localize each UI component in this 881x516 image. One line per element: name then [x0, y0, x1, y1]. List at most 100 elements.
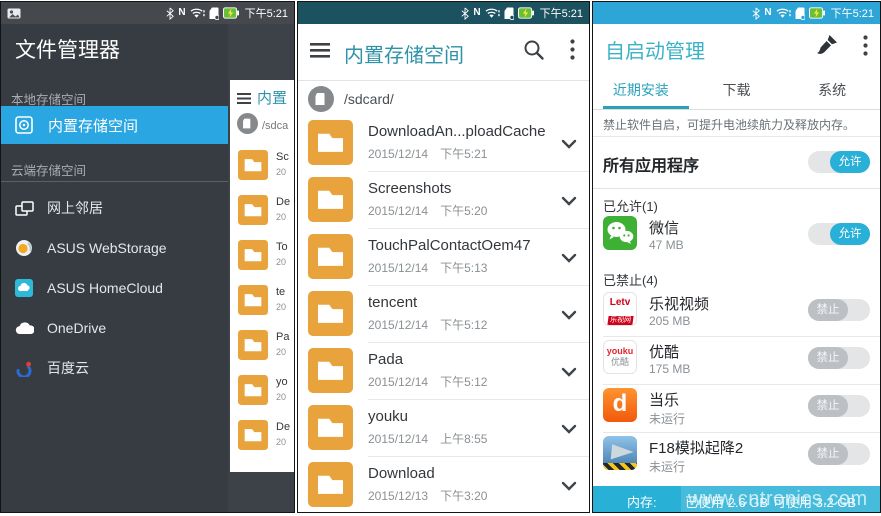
divider	[603, 384, 880, 385]
peek-file-row[interactable]: yo 20	[230, 369, 295, 414]
file-row[interactable]: DownloadAn...ploadCache 2015/12/14下午5:21	[298, 114, 589, 171]
allowed-section-header: 已允许(1)	[603, 196, 658, 215]
sidebar-item-internal-storage[interactable]: 内置存储空间	[1, 106, 228, 144]
search-icon[interactable]	[523, 39, 545, 66]
nfc-icon: N	[473, 6, 480, 20]
hint-text: 禁止软件自启，可提升电池续航力及释放内存。	[603, 116, 855, 133]
tab-system[interactable]: 系统	[784, 74, 880, 109]
peek-file-row[interactable]: te 20	[230, 279, 295, 324]
bluetooth-icon	[752, 6, 760, 20]
chevron-down-icon[interactable]	[561, 478, 577, 496]
chevron-down-icon[interactable]	[561, 364, 577, 382]
sidebar-item-label: OneDrive	[47, 320, 106, 336]
app-toggle[interactable]: 禁止	[808, 395, 870, 417]
wifi-icon	[485, 6, 500, 20]
peek-file-row[interactable]: To 20	[230, 234, 295, 279]
folder-icon	[238, 240, 268, 275]
wifi-icon	[776, 6, 791, 20]
app-toggle[interactable]: 允许	[808, 223, 870, 245]
folder-icon	[308, 405, 353, 455]
folder-icon	[308, 462, 353, 512]
sidebar-item-network-place[interactable]: 网上邻居	[1, 190, 228, 226]
app-row-youku[interactable]: youku 优酷 优酷 175 MB 禁止	[593, 338, 880, 386]
app-row-letv[interactable]: Letv 乐视网 乐视视频 205 MB 禁止	[593, 290, 880, 338]
cloud-storage-section-label: 云端存储空间	[11, 160, 86, 179]
screenshot-notification-icon	[7, 6, 21, 20]
screenshot-autostart-manager: N 下午5:21 自启动管理 近期安装 下载 系统 禁止软件自启，可提升电池续航…	[592, 1, 881, 513]
chevron-down-icon[interactable]	[561, 193, 577, 211]
folder-icon	[238, 330, 268, 365]
peek-file-row[interactable]: Pa 20	[230, 324, 295, 369]
file-row[interactable]: tencent 2015/12/14下午5:12	[298, 285, 589, 342]
divider	[1, 181, 228, 182]
folder-icon	[308, 348, 353, 398]
peek-file-row[interactable]: Sc 20	[230, 144, 295, 189]
letv-icon: Letv 乐视网	[603, 292, 637, 326]
denied-section-header: 已禁止(4)	[603, 270, 658, 289]
app-toggle[interactable]: 禁止	[808, 443, 870, 465]
breadcrumb[interactable]: /sdcard/	[344, 91, 394, 107]
menu-icon[interactable]	[310, 43, 330, 63]
tab-recent-install[interactable]: 近期安装	[593, 74, 689, 109]
all-apps-label: 所有应用程序	[603, 152, 699, 176]
overflow-menu-icon[interactable]	[570, 39, 575, 65]
sidebar-item-baidu-cloud[interactable]: 百度云	[1, 350, 228, 386]
asus-homecloud-icon	[14, 279, 34, 297]
tab-download[interactable]: 下载	[689, 74, 785, 109]
battery-icon	[809, 6, 825, 20]
peek-path: /sdca	[262, 120, 288, 132]
file-row[interactable]: TouchPalContactOem47 2015/12/14下午5:13	[298, 228, 589, 285]
file-row[interactable]: youku 2015/12/14上午8:55	[298, 399, 589, 456]
active-tab-indicator	[603, 106, 689, 109]
all-apps-toggle[interactable]: 允许	[808, 151, 870, 173]
status-bar: N 下午5:21	[1, 2, 294, 24]
peek-file-row[interactable]: De 20	[230, 189, 295, 234]
toggle-state-label: 允许	[830, 223, 870, 245]
app-toggle[interactable]: 禁止	[808, 299, 870, 321]
divider	[593, 136, 880, 137]
sidebar-item-label: 网上邻居	[47, 198, 103, 218]
sidebar-item-label: 内置存储空间	[48, 115, 138, 136]
clean-brush-icon[interactable]	[814, 34, 838, 63]
screenshot-file-manager-drawer: N 下午5:21 内置 /sdca Sc 20 De 20 To 20	[0, 1, 295, 513]
wechat-icon	[603, 216, 637, 250]
chevron-down-icon[interactable]	[561, 250, 577, 268]
bluetooth-icon	[166, 6, 174, 20]
status-bar: N 下午5:21	[593, 2, 880, 24]
peek-file-row[interactable]: De 20	[230, 414, 295, 459]
sidebar-item-asus-homecloud[interactable]: ASUS HomeCloud	[1, 270, 228, 306]
file-row[interactable]: Screenshots 2015/12/14下午5:20	[298, 171, 589, 228]
overflow-menu-icon[interactable]	[863, 35, 868, 61]
chevron-down-icon[interactable]	[561, 421, 577, 439]
file-row[interactable]: Download 2015/12/13下午3:20	[298, 456, 589, 513]
app-row-wechat[interactable]: 微信 47 MB 允许	[593, 214, 880, 262]
sidebar-item-onedrive[interactable]: OneDrive	[1, 310, 228, 346]
toggle-state-label: 禁止	[808, 443, 848, 465]
toggle-state-label: 禁止	[808, 299, 848, 321]
sidebar-item-label: 百度云	[47, 358, 89, 378]
baidu-cloud-icon	[14, 360, 34, 377]
sdcard-breadcrumb-icon	[237, 113, 258, 139]
status-bar: N 下午5:21	[298, 2, 589, 24]
app-bar: 内置存储空间	[298, 24, 589, 81]
app-row-dangle[interactable]: d 当乐 未运行 禁止	[593, 386, 880, 434]
divider	[593, 188, 880, 189]
folder-icon	[238, 420, 268, 455]
status-time: 下午5:21	[540, 5, 583, 21]
divider	[603, 432, 880, 433]
battery-icon	[223, 6, 239, 20]
page-title: 内置存储空间	[344, 39, 464, 68]
toggle-state-label: 禁止	[808, 395, 848, 417]
file-row[interactable]: Pada 2015/12/14下午5:12	[298, 342, 589, 399]
asus-webstorage-icon	[14, 239, 34, 257]
watermark: www.cntronics.com	[688, 488, 868, 511]
app-row-f18[interactable]: F18模拟起降2 未运行 禁止	[593, 434, 880, 482]
app-toggle[interactable]: 禁止	[808, 347, 870, 369]
chevron-down-icon[interactable]	[561, 136, 577, 154]
app-bar: 自启动管理	[593, 24, 880, 74]
nfc-icon: N	[178, 6, 185, 20]
menu-icon[interactable]	[237, 91, 251, 109]
folder-icon	[308, 234, 353, 284]
sidebar-item-asus-webstorage[interactable]: ASUS WebStorage	[1, 230, 228, 266]
chevron-down-icon[interactable]	[561, 307, 577, 325]
